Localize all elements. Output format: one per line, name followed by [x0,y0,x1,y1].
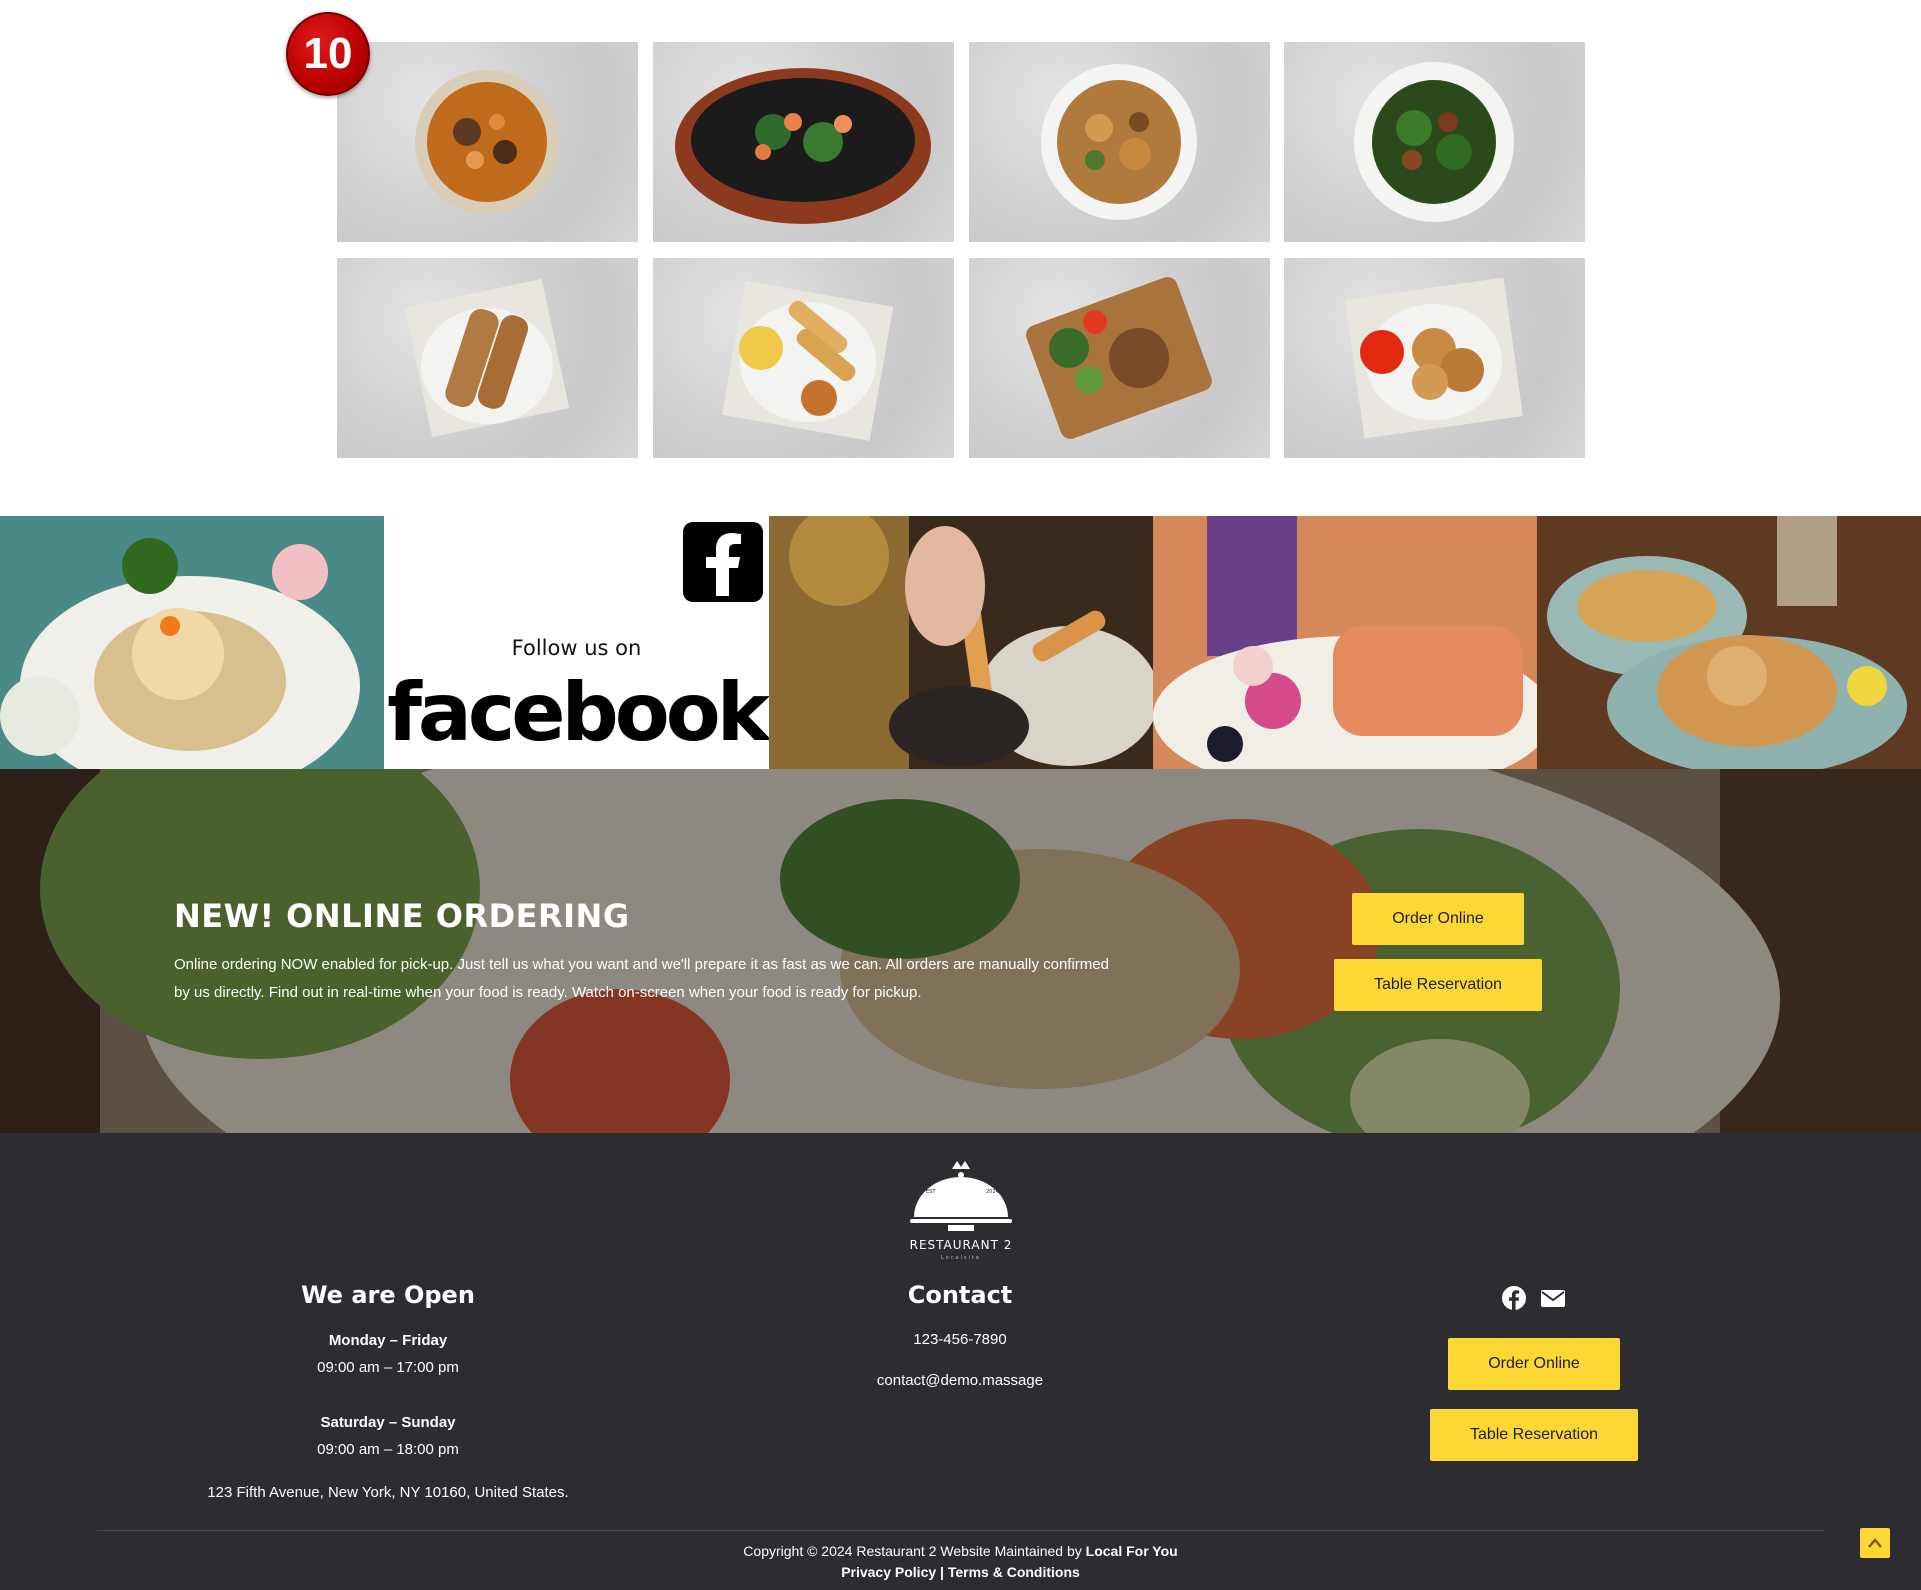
gallery-item-grilled-meat-board[interactable] [969,258,1270,458]
gallery-item-stirfry-greens[interactable] [1284,42,1585,242]
footer-order-online-button[interactable]: Order Online [1448,1338,1620,1390]
weekend-hours: 09:00 am – 18:00 pm [317,1441,459,1458]
scroll-to-top-button[interactable] [1860,1528,1890,1558]
gallery-item-spring-rolls-platter[interactable] [653,258,954,458]
footer-table-reservation-button[interactable]: Table Reservation [1430,1409,1638,1461]
restaurant-logo[interactable]: EST 2024 RESTAURANT 2 Localsite [900,1153,1022,1263]
gallery-item-curry-bowl[interactable] [337,42,638,242]
privacy-policy-link[interactable]: Privacy Policy [841,1564,936,1580]
terms-conditions-link[interactable]: Terms & Conditions [948,1564,1080,1580]
online-ordering-description: Online ordering NOW enabled for pick-up.… [174,956,1109,1001]
logo-wordmark: RESTAURANT 2 [910,1238,1013,1252]
photo-spring-rolls-dip[interactable] [769,516,1153,769]
copyright-text: Copyright © 2024 Restaurant 2 Website Ma… [743,1543,1086,1559]
gallery-count-badge: 10 [286,12,370,96]
footer-divider [97,1530,1825,1531]
site-footer: EST 2024 RESTAURANT 2 Localsite We are O… [0,1133,1921,1590]
copyright-line: Copyright © 2024 Restaurant 2 Website Ma… [0,1543,1921,1559]
logo-est-right: 2024 [986,1189,999,1195]
weekend-label: Saturday – Sunday [320,1414,456,1431]
photo-fried-shrimp-noodles[interactable] [1537,516,1921,769]
facebook-follow-tile[interactable]: Follow us on facebook [384,516,769,769]
online-ordering-title: NEW! ONLINE ORDERING [174,897,630,935]
maintainer-link[interactable]: Local For You [1086,1543,1178,1559]
facebook-logo-icon [683,522,763,602]
chevron-up-icon [1868,1538,1882,1548]
follow-us-label: Follow us on [511,636,642,660]
contact-email[interactable]: contact@demo.massage [810,1372,1110,1389]
photo-scallop-spoon[interactable] [0,516,384,769]
contact-title: Contact [907,1281,1013,1309]
online-ordering-banner: NEW! ONLINE ORDERING Online ordering NOW… [0,769,1921,1133]
legal-links: Privacy Policy | Terms & Conditions [0,1564,1921,1580]
restaurant-address: 123 Fifth Avenue, New York, NY 10160, Un… [207,1484,569,1501]
logo-est-left: EST [926,1189,936,1195]
food-gallery [337,42,1585,458]
gallery-item-sizzling-seafood[interactable] [653,42,954,242]
photo-salmon-plate[interactable] [1153,516,1537,769]
instagram-photo-strip: Follow us on facebook [0,516,1921,769]
weekday-hours: 09:00 am – 17:00 pm [317,1359,459,1376]
order-online-button[interactable]: Order Online [1352,893,1524,945]
weekday-label: Monday – Friday [328,1332,448,1349]
envelope-icon[interactable] [1540,1285,1566,1311]
facebook-wordmark: facebook [387,666,769,759]
gallery-item-satay-skewers[interactable] [337,258,638,458]
hours-title: We are Open [301,1281,475,1309]
logo-tagline: Localsite [941,1255,981,1261]
contact-phone[interactable]: 123-456-7890 [810,1331,1110,1348]
gallery-item-fried-chicken[interactable] [1284,258,1585,458]
gallery-item-crispy-pork-salad[interactable] [969,42,1270,242]
legal-separator: | [940,1564,944,1580]
facebook-icon[interactable] [1501,1285,1527,1311]
table-reservation-button[interactable]: Table Reservation [1334,959,1542,1011]
